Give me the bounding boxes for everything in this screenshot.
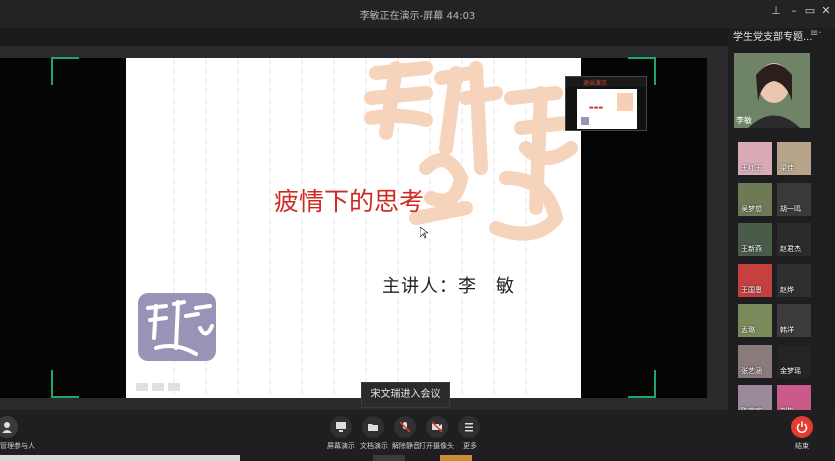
frame-corner-br xyxy=(628,370,656,398)
restore-icon[interactable]: ▭ xyxy=(802,4,818,17)
participant-tile[interactable]: 金梦瑶 xyxy=(777,344,811,378)
panel-menu-icon[interactable]: ≡· xyxy=(810,28,822,39)
svg-text:▬▬▬: ▬▬▬ xyxy=(589,105,603,111)
taskbar-strip xyxy=(0,455,240,461)
participant-name: 王新燕 xyxy=(741,245,762,253)
manage-participants-label: 管理参与人 xyxy=(0,442,35,450)
window-title: 李敏正在演示-屏幕 44:03 xyxy=(359,11,476,22)
participant-name: 赵烨 xyxy=(780,285,794,294)
participant-tile[interactable]: 王新燕 xyxy=(738,223,772,256)
pin-icon[interactable]: ⊥ xyxy=(768,4,784,17)
participant-name: 孟璐 xyxy=(741,326,755,334)
share-screen-button[interactable] xyxy=(330,416,352,438)
participant-tile[interactable]: 张艺涵 xyxy=(738,344,772,378)
shared-slide: 疲情下的思考 主讲人：李 敏 xyxy=(126,58,581,398)
bottom-toolbar xyxy=(0,410,835,461)
presenter-line: 主讲人：李 敏 xyxy=(382,276,515,297)
title-bar: 李敏正在演示-屏幕 44:03 ⊥ – ▭ ✕ xyxy=(0,0,835,28)
unmute-label: 解除静音 xyxy=(392,442,420,450)
join-notification: 宋文瑞进入会议 xyxy=(361,382,450,408)
people-icon xyxy=(2,422,12,433)
power-icon xyxy=(796,421,808,433)
faint-controls xyxy=(136,383,180,391)
participant-name: 胡一鸣 xyxy=(780,204,801,213)
camera-label: 打开摄像头 xyxy=(419,442,454,450)
participant-tile[interactable]: 吴梦想 xyxy=(738,182,772,216)
end-meeting-label: 结束 xyxy=(795,442,809,450)
camera-off-icon xyxy=(431,421,443,433)
participant-tile[interactable]: 孟璐 xyxy=(738,304,772,337)
share-doc-button[interactable] xyxy=(362,416,384,438)
frame-corner-bl xyxy=(51,370,79,398)
muted-mic-icon xyxy=(399,421,411,433)
menu-icon xyxy=(465,423,473,432)
participant-name: 赵君杰 xyxy=(780,245,801,253)
participant-name: 张艺涵 xyxy=(741,366,762,375)
preview-exit-label[interactable]: 退出演示 xyxy=(583,78,607,87)
close-icon[interactable]: ✕ xyxy=(818,4,834,17)
folder-icon xyxy=(368,424,378,431)
taskbar-item-active xyxy=(440,455,472,461)
participant-name: 梁佳 xyxy=(780,164,794,172)
participant-tile[interactable]: 胡一鸣 xyxy=(777,182,811,216)
participant-tile[interactable]: 韩洋 xyxy=(777,304,811,337)
unmute-button[interactable] xyxy=(394,416,416,438)
monitor-icon xyxy=(336,422,346,432)
participant-name: 王国恩 xyxy=(741,285,762,294)
self-preview-window[interactable]: 退出演示 ▬▬▬ xyxy=(565,76,647,131)
more-label: 更多 xyxy=(463,442,477,450)
minimize-icon[interactable]: – xyxy=(786,4,802,17)
end-meeting-button[interactable] xyxy=(791,416,813,438)
frame-corner-tl xyxy=(51,57,79,85)
main-speaker-name: 李敏 xyxy=(736,116,752,125)
seal-logo xyxy=(138,293,216,361)
camera-button[interactable] xyxy=(426,416,448,438)
more-button[interactable] xyxy=(458,416,480,438)
participant-tile[interactable]: 王红玉 xyxy=(738,142,772,175)
participant-tile[interactable]: 王国恩 xyxy=(738,263,772,297)
slide-background-lines xyxy=(136,58,578,398)
participant-tile[interactable]: 赵君杰 xyxy=(777,223,811,256)
participant-tile[interactable]: 梁佳 xyxy=(777,142,811,175)
mouse-cursor-icon xyxy=(420,227,428,239)
slide-title: 疲情下的思考 xyxy=(274,187,425,216)
share-doc-label: 文档演示 xyxy=(360,442,388,450)
preview-thumbnail: ▬▬▬ xyxy=(577,89,637,129)
participant-name: 吴梦想 xyxy=(741,204,762,213)
preview-header: 退出演示 xyxy=(566,77,646,87)
participant-name: 王红玉 xyxy=(741,164,762,172)
participant-name: 韩洋 xyxy=(780,326,794,334)
taskbar-item xyxy=(373,455,405,461)
letterbox-left xyxy=(0,58,126,398)
meeting-title[interactable]: 学生党支部专题... xyxy=(733,28,813,43)
participant-name: 金梦瑶 xyxy=(780,366,801,375)
participant-tile[interactable]: 赵烨 xyxy=(777,263,811,297)
share-screen-label: 屏幕演示 xyxy=(327,442,355,450)
